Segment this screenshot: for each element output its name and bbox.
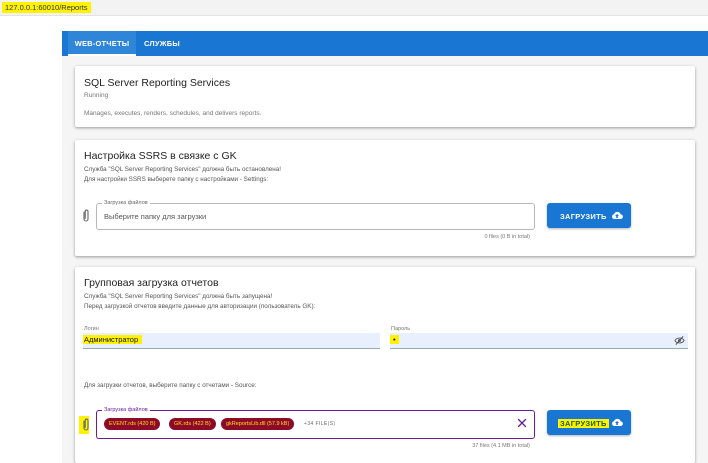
file-field-label: Загрузка файлов <box>102 406 150 414</box>
password-value: • <box>390 335 399 344</box>
setup-line-1: Служба "SQL Server Reporting Services" д… <box>84 166 282 173</box>
settings-file-input[interactable]: Загрузка файлов Выберите папку для загру… <box>96 199 535 230</box>
cloud-upload-icon <box>612 418 623 427</box>
file-chip[interactable]: EVENT.rds (420 B) <box>104 418 161 430</box>
service-card: SQL Server Reporting Services Running Ma… <box>75 66 695 127</box>
address-text[interactable]: 127.0.0.1:60010/Reports <box>2 2 91 13</box>
files-stat: 0 files (0 B in total) <box>484 234 530 240</box>
tab-bar: WEB-ОТЧЕТЫ СЛУЖБЫ <box>62 31 708 56</box>
file-chip[interactable]: GK.rds (422 B) <box>169 418 216 430</box>
batch-upload-card: Групповая загрузка отчетов Служба "SQL S… <box>75 267 695 463</box>
upload-reports-button[interactable]: ЗАГРУЗИТЬ <box>547 410 631 435</box>
upload-settings-button[interactable]: ЗАГРУЗИТЬ <box>547 203 631 228</box>
eye-off-icon[interactable] <box>674 335 685 346</box>
tab-web-reports[interactable]: WEB-ОТЧЕТЫ <box>68 31 136 56</box>
batch-line-1: Служба "SQL Server Reporting Services" д… <box>84 293 273 300</box>
file-field-placeholder: Выберите папку для загрузки <box>104 212 207 221</box>
setup-line-2: Для настройки SSRS выберете папку с наст… <box>84 176 269 183</box>
cloud-upload-icon <box>612 211 623 220</box>
upload-button-label: ЗАГРУЗИТЬ <box>558 419 609 428</box>
file-chip[interactable]: gkReportsLib.dll (57.9 kB) <box>221 418 295 430</box>
more-files-count: +34 FILE(S) <box>304 421 336 427</box>
file-field-label: Загрузка файлов <box>102 199 150 207</box>
tab-services[interactable]: СЛУЖБЫ <box>144 31 184 56</box>
upload-button-label: ЗАГРУЗИТЬ <box>560 212 607 221</box>
setup-title: Настройка SSRS в связке с GK <box>84 150 237 162</box>
password-label: Пароль <box>391 326 411 332</box>
service-title: SQL Server Reporting Services <box>84 77 231 89</box>
login-field[interactable]: Администратор <box>83 333 380 349</box>
service-description: Manages, executes, renders, schedules, a… <box>84 110 262 117</box>
paperclip-icon[interactable] <box>81 209 91 223</box>
reports-file-input[interactable]: Загрузка файлов EVENT.rds (420 B) GK.rds… <box>96 406 535 439</box>
paperclip-icon[interactable] <box>81 418 91 432</box>
files-stat: 37 files (4.1 MB in total) <box>472 443 530 449</box>
source-folder-hint: Для загрузки отчетов, выберите папку с о… <box>84 382 257 389</box>
service-status: Running <box>84 92 109 99</box>
address-bar[interactable]: 127.0.0.1:60010/Reports <box>0 0 708 16</box>
login-label: Логин <box>84 326 99 332</box>
batch-title: Групповая загрузка отчетов <box>84 277 219 289</box>
clear-icon[interactable] <box>517 418 527 428</box>
ssrs-setup-card: Настройка SSRS в связке с GK Служба "SQL… <box>75 140 695 256</box>
password-field[interactable]: • <box>390 333 688 349</box>
login-value: Администратор <box>83 335 143 344</box>
batch-line-2: Перед загрузкой отчетов введите данные д… <box>84 303 316 310</box>
